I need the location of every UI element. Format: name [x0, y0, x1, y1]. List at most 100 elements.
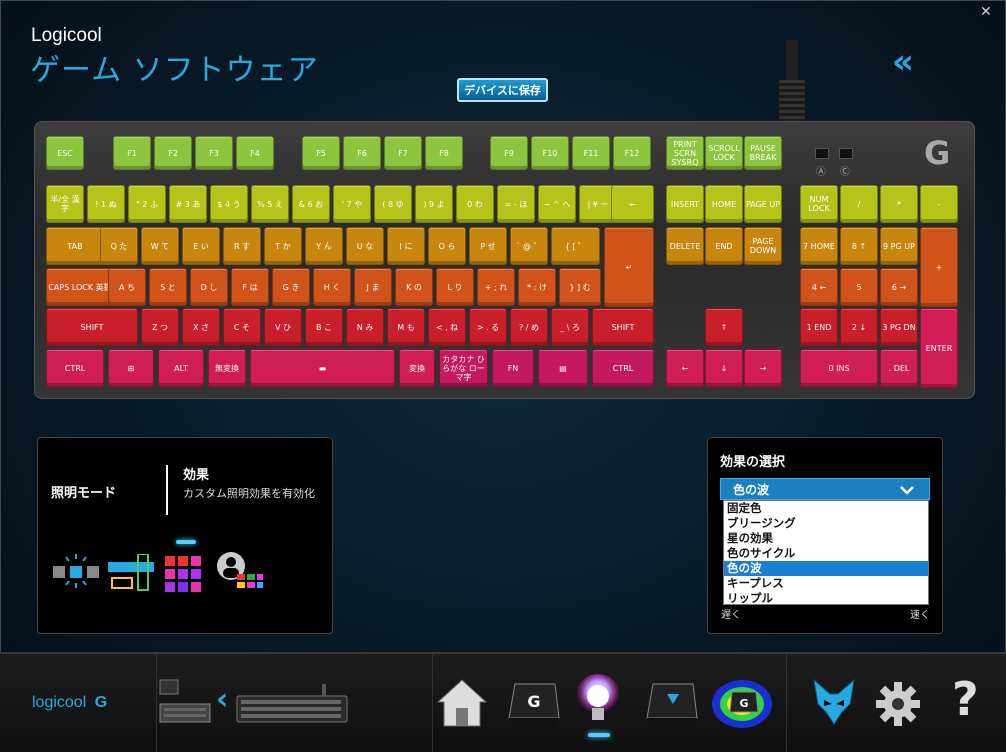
- keyboard-key[interactable]: F1: [113, 136, 151, 170]
- keyboard-key[interactable]: K の: [395, 268, 433, 306]
- keyboard-key[interactable]: F9: [490, 136, 528, 170]
- keyboard-key[interactable]: ~ ^ へ: [538, 185, 576, 223]
- keyboard-key[interactable]: _ \ ろ: [551, 308, 589, 346]
- keyboard-key[interactable]: F5: [302, 136, 340, 170]
- keyboard-key[interactable]: # 3 あ: [169, 185, 207, 223]
- keyboard-key[interactable]: DELETE: [666, 227, 704, 265]
- keyboard-key[interactable]: > . る: [469, 308, 507, 346]
- keyboard-device-icon[interactable]: [236, 684, 348, 724]
- effect-option-selected[interactable]: 色の波: [724, 561, 928, 576]
- keyboard-key[interactable]: ENTER: [920, 308, 958, 388]
- keyboard-key[interactable]: ⊞: [108, 349, 154, 387]
- keyboard-key[interactable]: カタカナ ひらがな ローマ字: [439, 349, 488, 387]
- keyboard-key[interactable]: 6 →: [880, 268, 918, 306]
- keyboard-key[interactable]: PAGE UP: [744, 185, 782, 223]
- keyboard-key[interactable]: F11: [572, 136, 610, 170]
- keyboard-key[interactable]: U な: [346, 227, 384, 265]
- keyboard-key[interactable]: D し: [190, 268, 228, 306]
- keyboard-key[interactable]: J ま: [354, 268, 392, 306]
- custom-profile-lighting-icon[interactable]: [215, 552, 265, 594]
- keyboard-key[interactable]: 半/全 漢字: [46, 185, 84, 223]
- keyboard-key[interactable]: PAUSE BREAK: [744, 136, 782, 170]
- keyboard-key[interactable]: ( 8 ゆ: [374, 185, 412, 223]
- keyboard-key[interactable]: 8 ↑: [840, 227, 878, 265]
- keyboard-key[interactable]: Q た: [100, 227, 138, 265]
- keyboard-key[interactable]: END: [705, 227, 743, 265]
- keyboard-key[interactable]: P せ: [469, 227, 507, 265]
- keyboard-key[interactable]: } ] む: [559, 268, 601, 306]
- keyboard-key[interactable]: G き: [272, 268, 310, 306]
- keyboard-key[interactable]: H く: [313, 268, 351, 306]
- keyboard-key[interactable]: A ち: [108, 268, 146, 306]
- keyboard-key[interactable]: I に: [387, 227, 425, 265]
- keyboard-key[interactable]: ↑: [705, 308, 743, 346]
- keyboard-key[interactable]: ? / め: [510, 308, 548, 346]
- keyboard-key[interactable]: PRINT SCRN SYSRQ: [666, 136, 704, 170]
- effect-dropdown[interactable]: 色の波: [720, 478, 930, 500]
- effect-option[interactable]: ブリージング: [724, 516, 928, 531]
- close-icon[interactable]: ✕: [980, 4, 992, 20]
- keyboard-key[interactable]: & 6 お: [292, 185, 330, 223]
- keyboard-key[interactable]: ↵: [604, 227, 654, 307]
- keyboard-key[interactable]: 0 INS: [800, 349, 878, 387]
- device-prev-icon[interactable]: ‹: [216, 682, 228, 717]
- keyboard-key[interactable]: C そ: [223, 308, 261, 346]
- keyboard-key[interactable]: * : け: [518, 268, 556, 306]
- keyboard-key[interactable]: 無変換: [208, 349, 246, 387]
- keyboard-key[interactable]: O ら: [428, 227, 466, 265]
- keyboard-key[interactable]: L り: [436, 268, 474, 306]
- keyboard-key[interactable]: SHIFT: [592, 308, 654, 346]
- keyboard-key[interactable]: R す: [223, 227, 261, 265]
- keyboard-key[interactable]: W て: [141, 227, 179, 265]
- keyboard-key[interactable]: $ 4 う: [210, 185, 248, 223]
- keyboard-key[interactable]: . DEL: [880, 349, 918, 387]
- keyboard-key[interactable]: F は: [231, 268, 269, 306]
- keyboard-key[interactable]: ▬: [250, 349, 395, 387]
- keyboard-key[interactable]: -: [920, 185, 958, 223]
- zone-lighting-icon[interactable]: [108, 554, 156, 594]
- keyboard-key[interactable]: ←: [666, 349, 704, 387]
- keyboard-key[interactable]: M も: [387, 308, 425, 346]
- keyboard-key[interactable]: 1 END: [800, 308, 838, 346]
- keyboard-key[interactable]: + ; れ: [477, 268, 515, 306]
- keyboard-key[interactable]: NUM LOCK: [800, 185, 838, 223]
- keyboard-key[interactable]: +: [920, 227, 958, 307]
- keyboard-key[interactable]: 7 HOME: [800, 227, 838, 265]
- keyboard-key[interactable]: { [ ゜: [551, 227, 600, 265]
- keyboard-key[interactable]: ↓: [705, 349, 743, 387]
- keyboard-key[interactable]: ` @ ゛: [510, 227, 548, 265]
- keyboard-key[interactable]: CTRL: [592, 349, 654, 387]
- help-icon[interactable]: ?: [952, 672, 979, 726]
- heatmap-icon[interactable]: G: [710, 674, 774, 732]
- keyboard-key[interactable]: Z つ: [141, 308, 179, 346]
- lighting-effects-icon[interactable]: [52, 552, 102, 592]
- keyboard-key[interactable]: 5: [840, 268, 878, 306]
- keyboard-key[interactable]: INSERT: [666, 185, 704, 223]
- keyboard-key[interactable]: F3: [195, 136, 233, 170]
- keyboard-key[interactable]: FN: [492, 349, 534, 387]
- keyboard-key[interactable]: F4: [236, 136, 274, 170]
- keyboard-key[interactable]: ▤: [538, 349, 588, 387]
- effect-option[interactable]: 固定色: [724, 501, 928, 516]
- keyboard-key[interactable]: B こ: [305, 308, 343, 346]
- keyboard-key[interactable]: TAB: [46, 227, 104, 265]
- keyboard-key[interactable]: 0 わ: [456, 185, 494, 223]
- lighting-bulb-icon[interactable]: [572, 674, 624, 732]
- arx-control-icon[interactable]: [808, 676, 860, 730]
- keyboard-key[interactable]: F7: [384, 136, 422, 170]
- keyboard-key[interactable]: 変換: [399, 349, 435, 387]
- effect-option[interactable]: 色のサイクル: [724, 546, 928, 561]
- keyboard-key[interactable]: SHIFT: [46, 308, 138, 346]
- keyboard-key[interactable]: 2 ↓: [840, 308, 878, 346]
- effect-option[interactable]: キープレス: [724, 576, 928, 591]
- keyboard-key[interactable]: ! 1 ぬ: [87, 185, 125, 223]
- keyboard-key[interactable]: ALT: [158, 349, 204, 387]
- keyboard-key[interactable]: ESC: [46, 136, 84, 170]
- keyboard-key[interactable]: ) 9 よ: [415, 185, 453, 223]
- keyboard-key[interactable]: 9 PG UP: [880, 227, 918, 265]
- freestyle-lighting-icon[interactable]: [165, 556, 205, 596]
- keyboard-key[interactable]: *: [880, 185, 918, 223]
- keyboard-key[interactable]: N み: [346, 308, 384, 346]
- keyboard-key[interactable]: SCROLL LOCK: [705, 136, 743, 170]
- keyboard-key[interactable]: F8: [425, 136, 463, 170]
